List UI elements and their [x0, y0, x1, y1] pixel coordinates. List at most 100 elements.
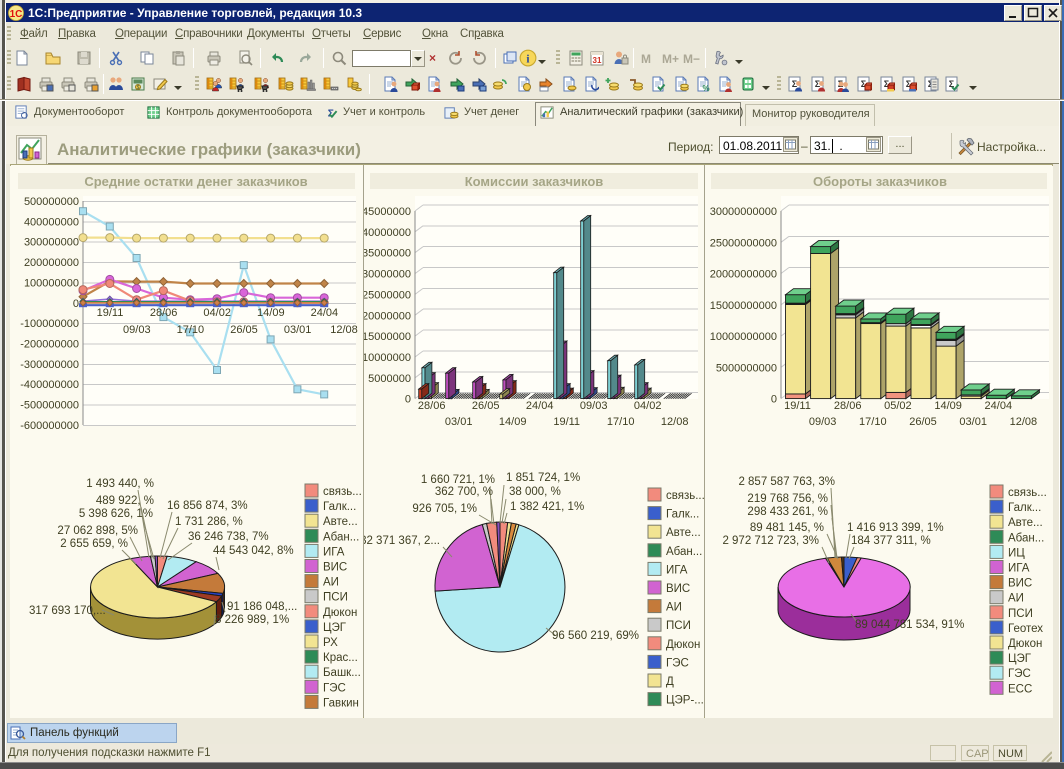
svg-text:14/09: 14/09 — [934, 400, 962, 412]
svg-text:ГЭС: ГЭС — [323, 682, 346, 694]
svg-text:24/04: 24/04 — [985, 400, 1013, 412]
svg-text:30000000: 30000000 — [364, 269, 411, 281]
svg-text:25000000: 25000000 — [364, 289, 411, 301]
svg-text:ЕСС: ЕСС — [1008, 683, 1032, 695]
svg-text:Д: Д — [666, 676, 674, 688]
svg-text:184 377 311, %: 184 377 311, % — [851, 535, 931, 547]
svg-text:Σ: Σ — [328, 108, 334, 119]
svg-text:АИ: АИ — [1008, 593, 1024, 605]
svg-text:12/08: 12/08 — [661, 416, 689, 428]
svg-text:Галк...: Галк... — [666, 509, 699, 521]
svg-text:17/10: 17/10 — [607, 416, 635, 428]
svg-text:26/05: 26/05 — [472, 400, 500, 412]
svg-text:Абан...: Абан... — [323, 531, 359, 543]
svg-text:Обороты заказчиков: Обороты заказчиков — [813, 174, 947, 189]
svg-text:89 481 145, %: 89 481 145, % — [750, 522, 824, 534]
svg-text:ПСИ: ПСИ — [666, 620, 691, 632]
svg-text:1 731 286, %: 1 731 286, % — [175, 516, 243, 528]
svg-text:ЦЭГ: ЦЭГ — [323, 622, 347, 634]
svg-text:12/08: 12/08 — [1010, 416, 1038, 428]
svg-text:31: 31 — [593, 56, 602, 65]
svg-text:АИ: АИ — [323, 577, 339, 589]
svg-text:19/11: 19/11 — [553, 416, 580, 428]
svg-text:-100000000: -100000000 — [20, 318, 79, 330]
svg-text:298 433 261, %: 298 433 261, % — [747, 506, 828, 518]
svg-text:2 655 659, %: 2 655 659, % — [60, 538, 128, 550]
svg-text:Крас...: Крас... — [323, 652, 358, 664]
svg-text:Авте...: Авте... — [323, 516, 358, 528]
svg-text:Галк...: Галк... — [1008, 502, 1041, 514]
svg-text:15000000: 15000000 — [364, 331, 411, 343]
svg-text:17/10: 17/10 — [177, 324, 205, 336]
svg-text:связь...: связь... — [666, 490, 704, 502]
svg-text:03/01: 03/01 — [445, 416, 473, 428]
svg-text:-400000000: -400000000 — [20, 379, 79, 391]
svg-text:15000000000: 15000000000 — [710, 300, 777, 312]
svg-text:100000000: 100000000 — [24, 277, 79, 289]
svg-text:АИ: АИ — [666, 602, 682, 614]
svg-text:0: 0 — [73, 298, 79, 310]
svg-text:1 851 724, 1%: 1 851 724, 1% — [506, 472, 580, 484]
svg-text:ПСИ: ПСИ — [1008, 608, 1033, 620]
svg-text:5000000: 5000000 — [368, 373, 411, 385]
svg-text:04/02: 04/02 — [634, 400, 662, 412]
svg-text:ВИС: ВИС — [323, 562, 347, 574]
svg-text:19/11: 19/11 — [97, 307, 124, 319]
svg-text:219 768 756, %: 219 768 756, % — [747, 493, 828, 505]
svg-text:09/03: 09/03 — [580, 400, 608, 412]
svg-text:14/09: 14/09 — [257, 307, 285, 319]
svg-text:Средние остатки денег заказчик: Средние остатки денег заказчиков — [84, 174, 307, 189]
svg-text:ПСИ: ПСИ — [323, 592, 348, 604]
svg-text:91 186 048,...: 91 186 048,... — [227, 601, 297, 613]
svg-text:30000000000: 30000000000 — [710, 206, 777, 218]
svg-text:-500000000: -500000000 — [20, 400, 79, 412]
svg-text:05/02: 05/02 — [884, 400, 912, 412]
svg-text:20000000000: 20000000000 — [710, 269, 777, 281]
svg-text:24/04: 24/04 — [311, 307, 339, 319]
svg-text:Абан...: Абан... — [1008, 532, 1044, 544]
svg-text:25000000000: 25000000000 — [710, 237, 777, 249]
svg-text:Комиссии заказчиков: Комиссии заказчиков — [465, 174, 604, 189]
svg-text:926 705, 1%: 926 705, 1% — [412, 503, 477, 515]
svg-text:ГЭС: ГЭС — [666, 657, 689, 669]
svg-text:19/11: 19/11 — [784, 400, 811, 412]
svg-text:связь...: связь... — [1008, 487, 1047, 499]
svg-text:-300000000: -300000000 — [20, 359, 79, 371]
svg-text:96 560 219, 69%: 96 560 219, 69% — [552, 630, 639, 642]
svg-text:489 922, %: 489 922, % — [96, 495, 154, 507]
svg-text:Абан...: Абан... — [666, 546, 702, 558]
svg-text:09/03: 09/03 — [809, 416, 837, 428]
svg-text:17/10: 17/10 — [859, 416, 887, 428]
svg-text:09/03: 09/03 — [123, 324, 151, 336]
svg-text:500000000: 500000000 — [24, 196, 79, 208]
svg-text:2 972 712 723, 3%: 2 972 712 723, 3% — [722, 535, 819, 547]
svg-text:связь...: связь... — [323, 486, 362, 498]
svg-text:Авте...: Авте... — [1008, 517, 1043, 529]
svg-text:Башк...: Башк... — [323, 667, 361, 679]
svg-text:1 416 913 399, 1%: 1 416 913 399, 1% — [847, 522, 944, 534]
svg-text:03/01: 03/01 — [284, 324, 312, 336]
svg-text:362 700, %: 362 700, % — [435, 486, 493, 498]
svg-text:i: i — [526, 54, 529, 66]
svg-text:12/08: 12/08 — [330, 324, 358, 336]
svg-text:1 382 421, 1%: 1 382 421, 1% — [510, 501, 584, 513]
svg-text:Авте...: Авте... — [666, 527, 701, 539]
svg-text:Галк...: Галк... — [323, 501, 356, 513]
svg-text:5 398 626, 1%: 5 398 626, 1% — [79, 508, 153, 520]
svg-text:1 660 721, 1%: 1 660 721, 1% — [421, 474, 495, 486]
svg-text:28/06: 28/06 — [150, 307, 178, 319]
svg-text:2 857 587 763, 3%: 2 857 587 763, 3% — [738, 476, 835, 488]
svg-text:ЦЭГ: ЦЭГ — [1008, 653, 1032, 665]
svg-text:36 246 738, 7%: 36 246 738, 7% — [188, 531, 269, 543]
svg-text:ИГА: ИГА — [323, 546, 345, 558]
svg-text:44 543 042, 8%: 44 543 042, 8% — [213, 545, 294, 557]
svg-text:28/06: 28/06 — [834, 400, 862, 412]
svg-text:300000000: 300000000 — [24, 237, 79, 249]
svg-text:Геотех: Геотех — [1008, 623, 1043, 635]
svg-text:Гавкин: Гавкин — [323, 697, 359, 709]
svg-text:-600000000: -600000000 — [20, 420, 79, 432]
svg-text:5000000000: 5000000000 — [716, 362, 777, 374]
svg-text:ЦЭР-...: ЦЭР-... — [666, 695, 704, 707]
svg-text:0: 0 — [771, 394, 777, 406]
svg-text:ИЦ: ИЦ — [1008, 547, 1025, 559]
